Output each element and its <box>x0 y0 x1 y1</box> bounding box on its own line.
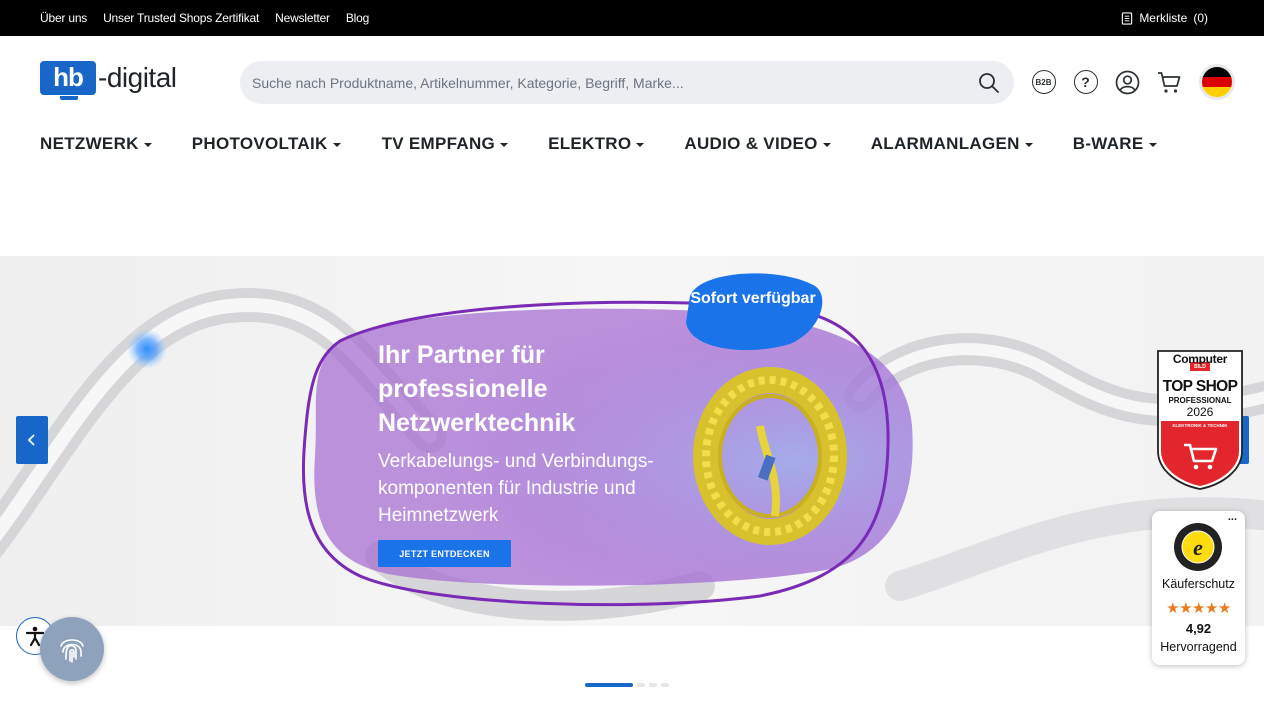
more-icon[interactable]: ... <box>1228 511 1237 523</box>
wishlist-link[interactable]: Merkliste (0) <box>1121 11 1208 25</box>
svg-text:e: e <box>1193 535 1203 560</box>
nav-item-netzwerk[interactable]: NETZWERK <box>40 134 152 154</box>
slider-prev-button[interactable] <box>16 416 48 464</box>
slider-dot-1[interactable] <box>585 683 633 687</box>
seal-professional: PROFESSIONAL <box>1168 396 1232 405</box>
flag-stripe-red <box>1202 77 1232 87</box>
trusted-shops-label: Käuferschutz <box>1162 577 1235 591</box>
search-bar <box>240 61 1014 104</box>
flag-stripe-black <box>1202 67 1232 77</box>
wishlist-count: (0) <box>1193 11 1208 25</box>
chevron-down-icon <box>143 143 152 147</box>
trusted-shops-rating: Hervorragend <box>1160 640 1237 654</box>
flag-stripe-gold <box>1202 87 1232 97</box>
hero-cta-button[interactable]: JETZT ENTDECKEN <box>378 540 511 567</box>
nav-item-elektro[interactable]: ELEKTRO <box>548 134 645 154</box>
fingerprint-icon <box>60 639 84 663</box>
main-nav: NETZWERK PHOTOVOLTAIK TV EMPFANG ELEKTRO… <box>40 134 1157 154</box>
top-link-blog[interactable]: Blog <box>346 11 369 25</box>
nav-label: NETZWERK <box>40 134 139 153</box>
top-bar: Über uns Unser Trusted Shops Zertifikat … <box>0 0 1264 36</box>
top-link-newsletter[interactable]: Newsletter <box>275 11 330 25</box>
chevron-down-icon <box>1148 143 1157 147</box>
nav-label: TV EMPFANG <box>381 134 496 153</box>
b2b-icon: B2B <box>1031 70 1056 94</box>
availability-badge: Sofort verfügbar <box>685 274 821 352</box>
privacy-settings-button[interactable] <box>40 617 104 681</box>
seal-brand2: BILD <box>1194 364 1206 370</box>
help-icon: ? <box>1073 70 1098 94</box>
nav-item-tv-empfang[interactable]: TV EMPFANG <box>382 134 509 154</box>
trusted-shops-score: 4,92 <box>1185 621 1212 636</box>
seal-top-shop: TOP SHOP <box>1162 378 1238 395</box>
top-link-trusted-shops[interactable]: Unser Trusted Shops Zertifikat <box>103 11 259 25</box>
search-icon[interactable] <box>978 72 1000 94</box>
star-rating-icon: ★★★★★ <box>1166 600 1231 617</box>
chevron-down-icon <box>636 143 645 147</box>
nav-item-photovoltaik[interactable]: PHOTOVOLTAIK <box>192 134 341 154</box>
b2b-button[interactable]: B2B <box>1031 70 1056 95</box>
logo-text: -digital <box>98 62 177 93</box>
cart-icon <box>1158 71 1181 93</box>
nav-label: PHOTOVOLTAIK <box>191 134 328 153</box>
top-link-ueber-uns[interactable]: Über uns <box>40 11 87 25</box>
hero-subtitle: Verkabelungs- und Verbindungs-komponente… <box>378 451 654 526</box>
chevron-down-icon <box>500 143 509 147</box>
logo-stand <box>60 96 78 100</box>
nav-item-alarmanlagen[interactable]: ALARMANLAGEN <box>871 134 1033 154</box>
nav-label: ALARMANLAGEN <box>870 134 1020 153</box>
logo-box: hb <box>40 61 96 95</box>
wishlist-icon <box>1122 11 1133 25</box>
language-flag-de[interactable] <box>1202 67 1232 97</box>
help-button[interactable]: ? <box>1073 70 1098 95</box>
slider-pagination <box>585 683 669 687</box>
hero-title: Ihr Partner für professionelle Netzwerkt… <box>378 341 576 437</box>
trusted-shops-emblem-icon: e <box>1174 523 1222 571</box>
trusted-shops-widget[interactable]: ... e Käuferschutz ★★★★★ 4,92 Hervorrage… <box>1152 511 1245 665</box>
nav-item-b-ware[interactable]: B-WARE <box>1073 134 1157 154</box>
chevron-down-icon <box>1024 143 1033 147</box>
wishlist-label: Merkliste <box>1139 11 1188 25</box>
top-links: Über uns Unser Trusted Shops Zertifikat … <box>40 11 369 25</box>
hero-slider[interactable]: Ihr Partner für professionelle Netzwerkt… <box>0 256 1264 626</box>
search-input[interactable] <box>252 61 952 104</box>
chevron-left-icon <box>27 434 35 446</box>
nav-item-audio-video[interactable]: AUDIO & VIDEO <box>684 134 831 154</box>
slider-dot-2[interactable] <box>637 683 645 687</box>
nav-label: AUDIO & VIDEO <box>684 134 818 153</box>
chevron-down-icon <box>822 143 831 147</box>
account-button[interactable] <box>1115 70 1140 95</box>
nav-label: ELEKTRO <box>548 134 632 153</box>
header-icons: B2B ? <box>1031 67 1232 97</box>
hero-background-art <box>0 273 1264 621</box>
seal-category: ELEKTRONIK & TECHNIK <box>1172 423 1228 428</box>
slider-dot-3[interactable] <box>649 683 657 687</box>
nav-label: B-WARE <box>1072 134 1144 153</box>
computer-bild-seal[interactable]: Computer BILD TOP SHOP PROFESSIONAL 2026… <box>1155 347 1245 491</box>
chevron-down-icon <box>332 143 341 147</box>
logo[interactable]: hb -digital <box>40 60 202 104</box>
seal-year: 2026 <box>1186 405 1214 419</box>
slider-dot-4[interactable] <box>661 683 669 687</box>
availability-badge-text: Sofort verfügbar <box>690 290 816 307</box>
cart-button[interactable] <box>1157 70 1182 95</box>
account-icon <box>1115 70 1140 94</box>
